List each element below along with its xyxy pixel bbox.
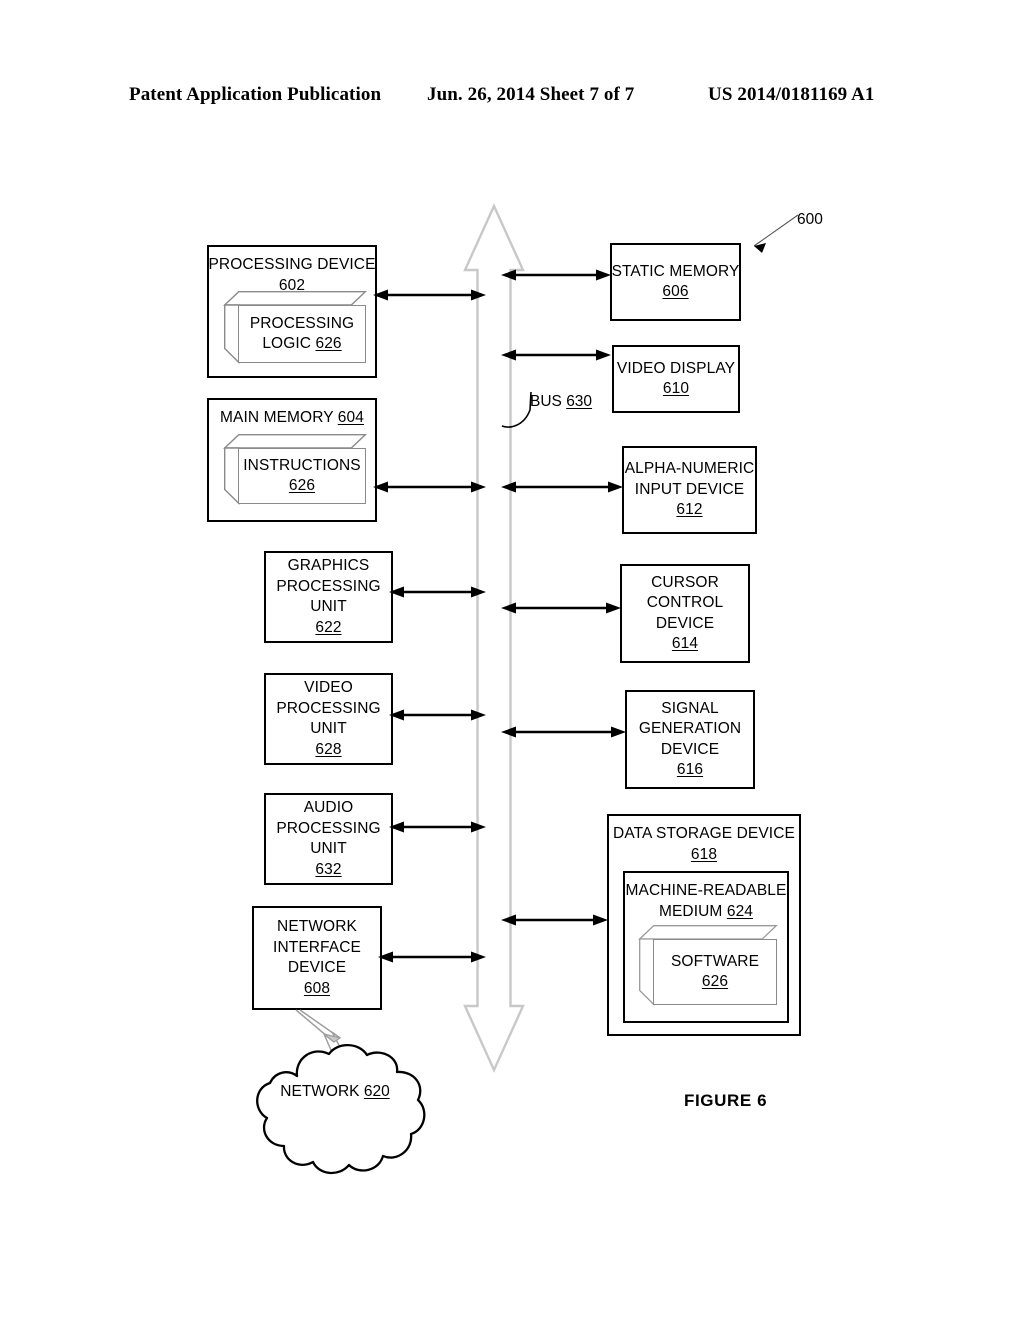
page-header: Patent Application Publication Jun. 26, …: [0, 84, 1024, 116]
box-cursor-control-device[interactable]: CURSOR CONTROL DEVICE 614: [620, 564, 750, 663]
box-signal-generation-device[interactable]: SIGNAL GENERATION DEVICE 616: [625, 690, 755, 789]
box-processing-logic[interactable]: PROCESSING LOGIC 626: [222, 291, 368, 364]
arrow-bus-signal-generation: [501, 726, 626, 738]
arrow-processing-device-bus: [373, 289, 486, 301]
alpha-input-line1: ALPHA-NUMERIC: [624, 460, 755, 478]
apu-line3: UNIT: [310, 840, 347, 857]
arrow-main-memory-bus: [373, 481, 486, 493]
system-ref-label: 600: [797, 211, 823, 228]
box-audio-processing-unit[interactable]: AUDIO PROCESSING UNIT 632: [264, 793, 393, 885]
arrow-apu-bus: [389, 821, 486, 833]
medium-line1: MACHINE-READABLE: [625, 882, 787, 899]
software-face: SOFTWARE 626: [653, 939, 777, 1005]
vpu-line1: VIDEO: [304, 679, 353, 696]
software-number: 626: [701, 973, 729, 990]
system-ref-leader: [753, 214, 799, 253]
instructions-label: INSTRUCTIONS: [243, 456, 361, 474]
processing-logic-line2: LOGIC 626: [262, 335, 342, 352]
bus-label-text: BUS: [530, 393, 562, 410]
box-network-interface-device[interactable]: NETWORK INTERFACE DEVICE 608: [252, 906, 382, 1010]
cursor-control-line2: CONTROL: [646, 594, 724, 611]
bus-arrow: [463, 203, 525, 1073]
main-memory-title: MAIN MEMORY 604: [220, 409, 364, 426]
arrow-bus-static-memory: [501, 269, 611, 281]
signal-gen-line2: GENERATION: [638, 720, 742, 737]
cursor-control-line3: DEVICE: [655, 614, 715, 632]
data-storage-number: 618: [690, 845, 718, 863]
signal-gen-line3: DEVICE: [660, 740, 720, 758]
box-main-memory[interactable]: MAIN MEMORY 604 INSTRUCTIONS 626: [207, 398, 377, 522]
nid-line1: NETWORK: [277, 918, 357, 935]
gpu-line3: UNIT: [310, 598, 347, 615]
box-graphics-processing-unit[interactable]: GRAPHICS PROCESSING UNIT 622: [264, 551, 393, 643]
processing-logic-face: PROCESSING LOGIC 626: [238, 305, 366, 363]
alpha-input-line2: INPUT DEVICE: [634, 480, 745, 498]
arrow-vpu-bus: [389, 709, 486, 721]
cursor-control-line1: CURSOR: [651, 573, 719, 591]
box-video-display[interactable]: VIDEO DISPLAY 610: [612, 345, 740, 413]
static-memory-label: STATIC MEMORY: [611, 262, 740, 280]
apu-line1: AUDIO: [303, 799, 354, 816]
arrow-bus-data-storage: [501, 914, 608, 926]
arrow-gpu-bus: [389, 586, 486, 598]
vpu-line3: UNIT: [310, 720, 347, 737]
vpu-number: 628: [315, 740, 342, 758]
box-video-processing-unit[interactable]: VIDEO PROCESSING UNIT 628: [264, 673, 393, 765]
network-cloud-icon[interactable]: [239, 1038, 431, 1178]
arrow-bus-alpha-numeric-input: [501, 481, 623, 493]
signal-gen-line1: SIGNAL: [661, 699, 719, 717]
gpu-line2: PROCESSING: [276, 577, 381, 595]
arrow-bus-cursor-control: [501, 602, 621, 614]
medium-number: 624: [726, 902, 754, 920]
nid-line3: DEVICE: [287, 959, 347, 976]
box-instructions[interactable]: INSTRUCTIONS 626: [222, 434, 368, 505]
video-display-number: 610: [662, 380, 690, 397]
gpu-number: 622: [315, 618, 342, 636]
header-publication: Patent Application Publication: [129, 84, 382, 105]
gpu-line1: GRAPHICS: [287, 557, 370, 574]
arrow-network-interface-bus: [378, 951, 486, 963]
figure-caption: FIGURE 6: [684, 1091, 768, 1110]
bus-label-number: 630: [566, 393, 593, 410]
instructions-number: 626: [288, 477, 316, 494]
static-memory-number: 606: [662, 283, 689, 300]
header-date-sheet: Jun. 26, 2014 Sheet 7 of 7: [427, 84, 635, 105]
box-static-memory[interactable]: STATIC MEMORY 606: [610, 243, 741, 321]
data-storage-title: DATA STORAGE DEVICE: [613, 825, 795, 842]
video-display-label: VIDEO DISPLAY: [616, 359, 736, 377]
medium-line2: MEDIUM 624: [658, 902, 754, 920]
alpha-input-number: 612: [676, 501, 703, 519]
box-processing-device[interactable]: PROCESSING DEVICE 602 PROCESSING LOGIC 6…: [207, 245, 377, 378]
software-label: SOFTWARE: [670, 952, 760, 970]
main-memory-number: 604: [337, 409, 364, 426]
box-software[interactable]: SOFTWARE 626: [638, 925, 778, 1006]
signal-gen-number: 616: [676, 761, 704, 778]
bus-label: BUS 630: [530, 391, 592, 412]
cursor-control-number: 614: [671, 635, 699, 652]
instructions-face: INSTRUCTIONS 626: [238, 448, 366, 504]
header-patent-number: US 2014/0181169 A1: [708, 84, 875, 105]
processing-logic-line1: PROCESSING: [249, 314, 355, 332]
apu-line2: PROCESSING: [276, 819, 381, 837]
processing-device-title: PROCESSING DEVICE: [208, 256, 376, 273]
processing-logic-number: 626: [315, 335, 342, 352]
box-machine-readable-medium[interactable]: MACHINE-READABLE MEDIUM 624 SOFTWARE 626: [623, 871, 789, 1023]
nid-line2: INTERFACE: [273, 938, 361, 956]
apu-number: 632: [315, 860, 342, 878]
arrow-bus-video-display: [501, 349, 611, 361]
nid-number: 608: [303, 979, 331, 997]
box-data-storage-device[interactable]: DATA STORAGE DEVICE 618 MACHINE-READABLE…: [607, 814, 801, 1036]
box-alpha-numeric-input-device[interactable]: ALPHA-NUMERIC INPUT DEVICE 612: [622, 446, 757, 534]
vpu-line2: PROCESSING: [276, 699, 381, 717]
